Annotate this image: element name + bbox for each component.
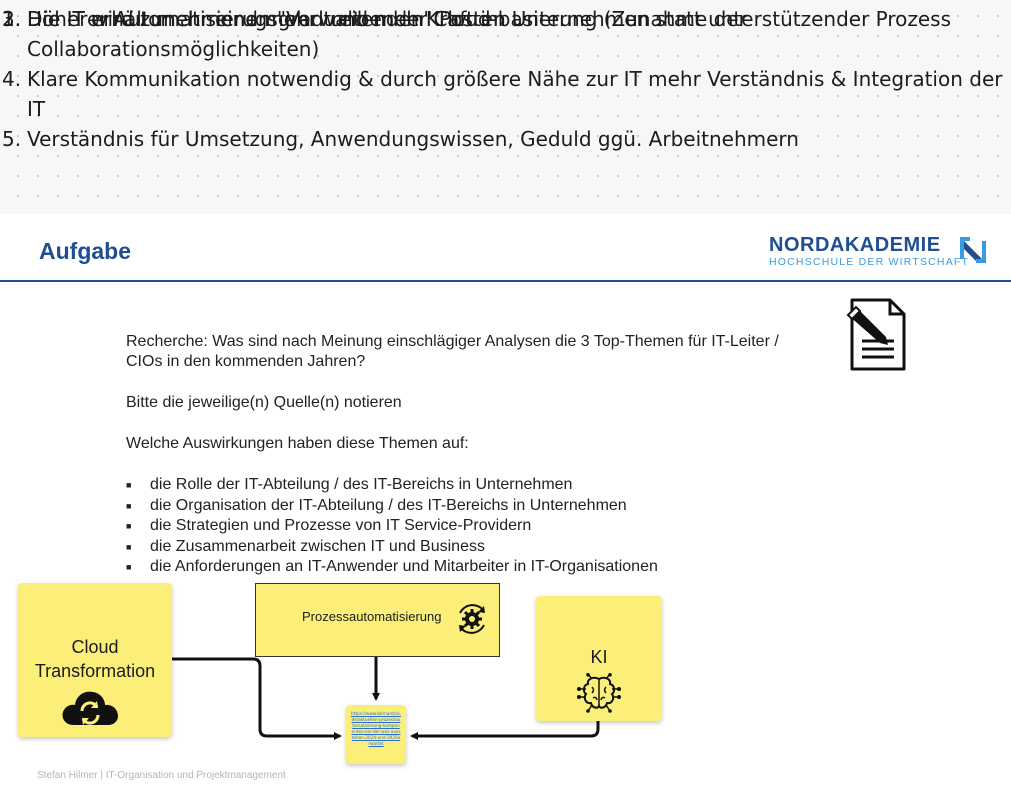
- sources-note: Bitte die jeweilige(n) Quelle(n) notiere…: [126, 394, 402, 411]
- list-item[interactable]: 4. Klare Kommunikation notwendig & durch…: [0, 64, 1011, 124]
- sticky-source-link[interactable]: https://www.bernardcio.de/aktuellen-proz…: [346, 705, 406, 764]
- header-divider: [0, 280, 1011, 282]
- nordakademie-logo: NORDAKADEMIE HOCHSCHULE DER WIRTSCHAFT: [769, 234, 994, 270]
- logo-subtitle: HOCHSCHULE DER WIRTSCHAFT: [769, 256, 970, 268]
- research-question: Recherche: Was sind nach Meinung einschl…: [126, 333, 779, 370]
- sticky-prozessautomatisierung[interactable]: Prozessautomatisierung: [255, 583, 500, 657]
- list-number: 4.: [2, 67, 22, 91]
- impact-bullets: die Rolle der IT-Abteilung / des IT-Bere…: [126, 475, 806, 578]
- list-number: 5.: [2, 127, 22, 151]
- cloud-sync-icon: [62, 691, 118, 725]
- bullet-item: die Organisation der IT-Abteilung / des …: [126, 496, 806, 517]
- list-text: Verständnis für Umsetzung, Anwendungswis…: [27, 127, 799, 151]
- numbered-list: 1. Die IT erhält mehr einen "Verwaltende…: [0, 4, 1011, 151]
- sticky-ki[interactable]: KI: [536, 596, 662, 721]
- sticky-label: Prozessautomatisierung: [302, 609, 442, 624]
- whiteboard-canvas[interactable]: 1. Die IT erhält mehr einen "Verwaltende…: [0, 0, 1011, 214]
- impact-intro: Welche Auswirkungen haben diese Themen a…: [126, 435, 469, 452]
- source-link[interactable]: https://www.bernardcio.de/aktuellen-proz…: [351, 711, 401, 747]
- bullet-item: die Zusammenarbeit zwischen IT und Busin…: [126, 537, 806, 558]
- document-edit-icon: [846, 298, 906, 371]
- gear-cycle-icon: [459, 604, 485, 634]
- bullet-item: die Anforderungen an IT-Anwender und Mit…: [126, 557, 806, 578]
- task-text: Recherche: Was sind nach Meinung einschl…: [126, 332, 806, 578]
- bullet-item: die Strategien und Prozesse von IT Servi…: [126, 516, 806, 537]
- sticky-label: KI: [590, 647, 608, 667]
- slide-footer: Stefan Hilmer | IT-Organisation und Proj…: [37, 770, 286, 781]
- logo-mark-icon: [960, 237, 986, 263]
- brain-circuit-icon: [577, 673, 621, 713]
- bullet-item: die Rolle der IT-Abteilung / des IT-Bere…: [126, 475, 806, 496]
- logo-name: NORDAKADEMIE: [769, 234, 941, 256]
- list-item[interactable]: 3. Höherer Automatisierugsgrad und mehr …: [0, 4, 1011, 64]
- sticky-cloud-transformation[interactable]: Cloud Transformation: [18, 583, 172, 737]
- slide-title: Aufgabe: [39, 238, 131, 264]
- list-text: Klare Kommunikation notwendig & durch gr…: [27, 67, 1003, 121]
- list-number: 3.: [2, 7, 22, 31]
- list-text: Höherer Automatisierugsgrad und mehr Clo…: [27, 7, 747, 61]
- sticky-label: Cloud Transformation: [34, 637, 156, 681]
